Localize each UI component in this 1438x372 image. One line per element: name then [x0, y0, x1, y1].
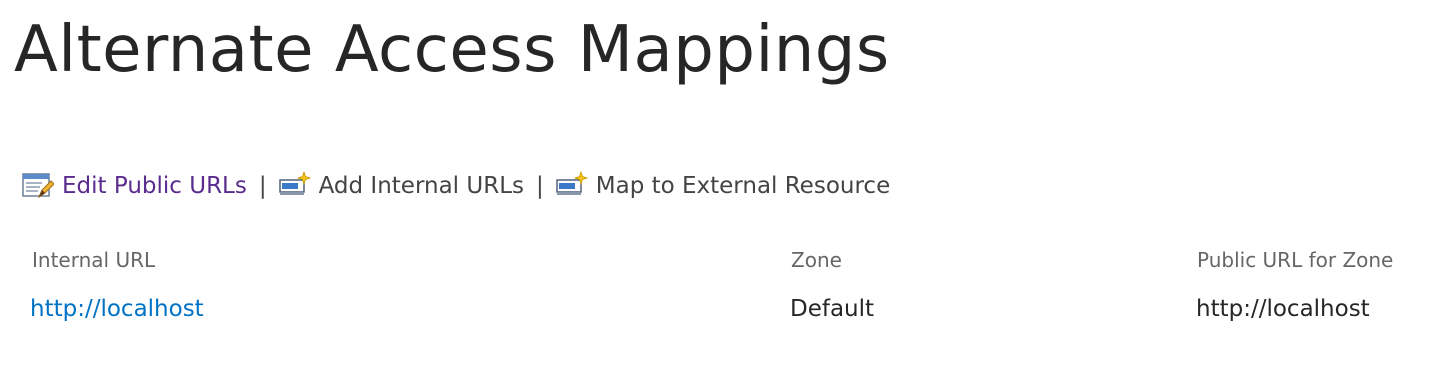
edit-list-icon — [22, 171, 54, 201]
column-header-internal-url[interactable]: Internal URL — [32, 248, 155, 272]
column-header-public-url[interactable]: Public URL for Zone — [1197, 248, 1393, 272]
toolbar-separator: | — [258, 173, 267, 199]
internal-url-link[interactable]: http://localhost — [30, 296, 204, 322]
page-title: Alternate Access Mappings — [14, 13, 890, 87]
map-external-icon — [556, 171, 588, 201]
map-external-resource-label: Map to External Resource — [595, 173, 891, 199]
add-internal-urls-label: Add Internal URLs — [318, 173, 524, 199]
column-header-zone[interactable]: Zone — [791, 248, 842, 272]
public-url-cell: http://localhost — [1196, 296, 1370, 322]
add-internal-urls-link[interactable]: Add Internal URLs — [278, 171, 524, 201]
zone-cell: Default — [790, 296, 875, 322]
edit-public-urls-label: Edit Public URLs — [62, 173, 247, 199]
aam-toolbar: Edit Public URLs | Add Internal URLs | M… — [22, 166, 890, 206]
map-external-resource-link[interactable]: Map to External Resource — [556, 171, 890, 201]
edit-public-urls-link[interactable]: Edit Public URLs — [22, 171, 247, 201]
toolbar-separator: | — [536, 173, 544, 199]
add-url-icon — [278, 171, 311, 201]
